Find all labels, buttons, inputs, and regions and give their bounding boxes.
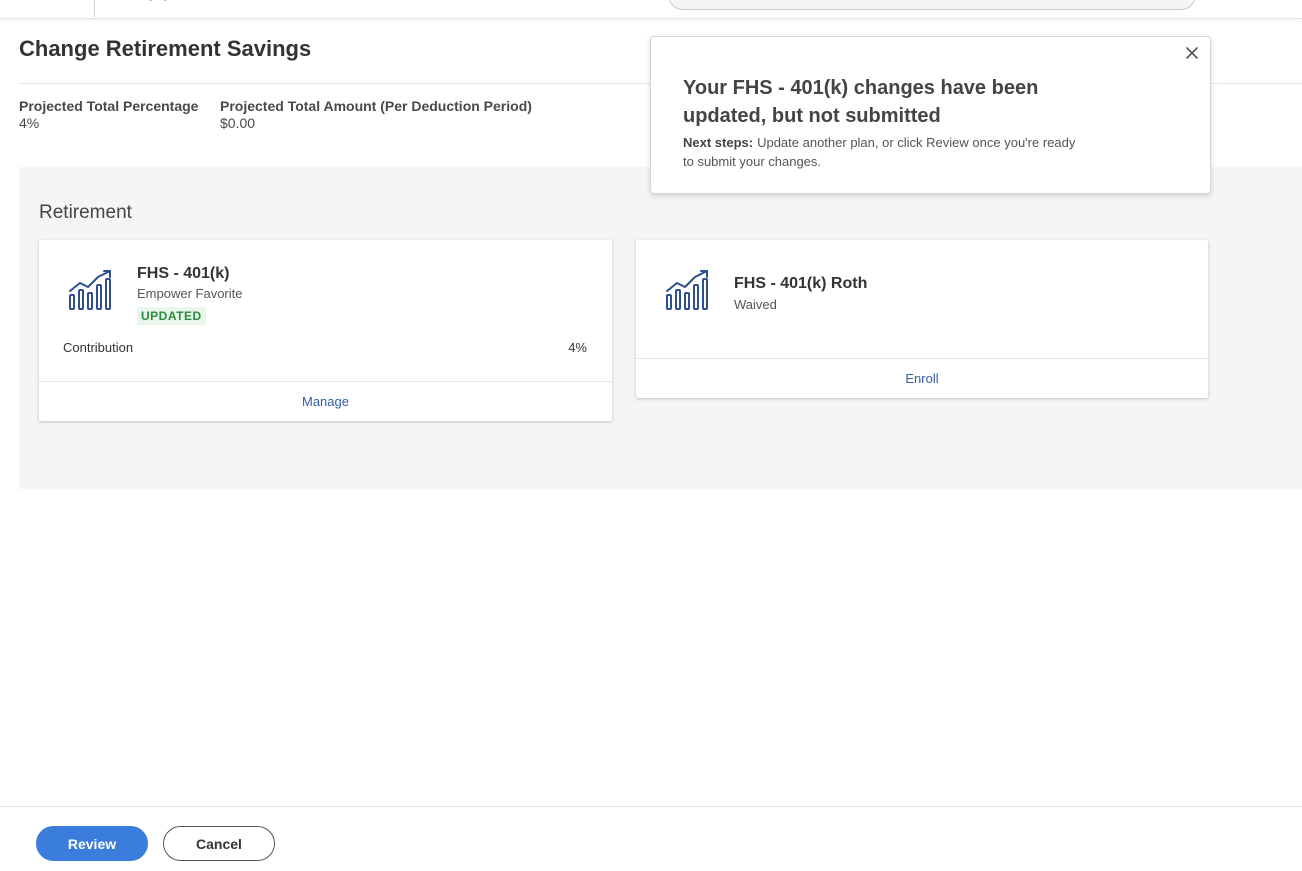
enroll-button[interactable]: Enroll — [905, 371, 938, 386]
plan-card-401k: FHS - 401(k) Empower Favorite UPDATED Co… — [39, 240, 612, 421]
close-icon[interactable] — [1184, 45, 1200, 61]
footer-divider — [0, 806, 1302, 807]
section-title: Retirement — [39, 202, 132, 223]
page-title: Change Retirement Savings — [19, 36, 312, 61]
notification-toast: Your FHS - 401(k) changes have been upda… — [650, 36, 1211, 194]
retirement-section: Retirement FHS - 401(k) Empower Favorite… — [19, 167, 1302, 489]
plan-card-401k-roth: FHS - 401(k) Roth Waived Enroll — [636, 240, 1208, 398]
nav-divider — [94, 0, 95, 17]
plan-subtitle: Waived — [734, 297, 777, 312]
chart-trend-up-icon — [69, 270, 111, 310]
projected-total-amount: Projected Total Amount (Per Deduction Pe… — [220, 98, 532, 131]
next-steps-label: Next steps: — [683, 135, 754, 150]
card-footer: Manage — [39, 381, 612, 421]
status-badge: UPDATED — [137, 307, 206, 325]
toast-heading: Your FHS - 401(k) changes have been upda… — [683, 77, 1039, 127]
plan-name: FHS - 401(k) Roth — [734, 275, 868, 292]
card-footer: Enroll — [636, 358, 1208, 398]
projected-total-percentage-label: Projected Total Percentage — [19, 98, 199, 114]
plan-name: FHS - 401(k) — [137, 265, 230, 282]
manage-button[interactable]: Manage — [302, 394, 349, 409]
review-button[interactable]: Review — [36, 826, 148, 861]
plan-subtitle: Empower Favorite — [137, 286, 243, 301]
projected-total-amount-value: $0.00 — [220, 115, 256, 131]
contribution-label: Contribution — [63, 340, 134, 355]
cancel-button[interactable]: Cancel — [163, 826, 275, 861]
toast-body: Next steps: Update another plan, or click… — [683, 133, 1083, 171]
projected-total-percentage: Projected Total Percentage 4% — [19, 98, 198, 131]
app-logo-icon[interactable] — [143, 0, 173, 6]
global-search-input[interactable] — [668, 0, 1196, 10]
contribution-value: 4% — [568, 340, 587, 355]
top-navigation-bar — [0, 0, 1302, 19]
chart-trend-up-icon — [666, 270, 708, 310]
projected-total-percentage-value: 4% — [19, 115, 40, 131]
projected-total-amount-label: Projected Total Amount (Per Deduction Pe… — [220, 98, 532, 114]
